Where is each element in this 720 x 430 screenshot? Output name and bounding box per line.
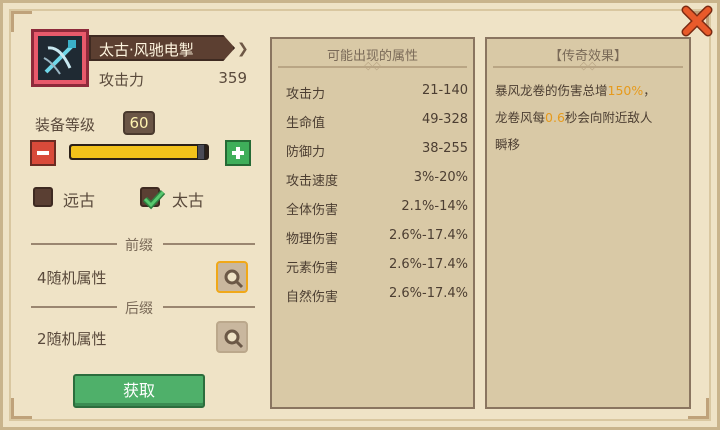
chevron-right-icon: ❯: [237, 41, 249, 57]
divider: ◇◇: [278, 59, 467, 72]
attribute-value: 49-328: [421, 112, 468, 127]
prefix-title: 前缀: [125, 238, 153, 254]
attribute-row: 自然伤害 2.6%-17.4%: [286, 286, 468, 306]
divider: [163, 243, 255, 245]
attack-label: 攻击力: [99, 71, 145, 89]
level-slider[interactable]: [69, 144, 209, 160]
corner-ornament: [688, 398, 709, 419]
attribute-value: 2.1%-14%: [401, 199, 468, 214]
item-icon-slot[interactable]: [31, 29, 89, 87]
attribute-row: 攻击力 21-140: [286, 83, 468, 103]
legendary-text: ，: [643, 83, 656, 98]
yuangu-checkbox[interactable]: [33, 187, 53, 207]
attribute-value: 21-140: [421, 83, 468, 98]
attribute-value: 2.6%-17.4%: [388, 257, 468, 272]
attribute-name: 元素伤害: [286, 261, 339, 276]
attribute-row: 攻击速度 3%-20%: [286, 170, 468, 190]
magnifier-icon: [224, 329, 244, 349]
divider: [31, 243, 117, 245]
attribute-row: 物理伤害 2.6%-17.4%: [286, 228, 468, 248]
attribute-row: 防御力 38-255: [286, 141, 468, 161]
divider: [31, 306, 117, 308]
slider-fill: [71, 146, 203, 158]
attribute-name: 生命值: [286, 116, 326, 131]
legendary-text: 暴风龙卷的伤害总增: [495, 83, 608, 98]
divider: ◇◇: [493, 59, 683, 72]
item-name: 太古·风驰电掣: [99, 41, 194, 59]
suffix-title: 后缀: [125, 301, 153, 317]
decrease-level-button[interactable]: [30, 140, 56, 166]
legendary-panel: 【传奇效果】 ◇◇ 暴风龙卷的伤害总增150%， 龙卷风每0.6秒会向附近敌人 …: [485, 37, 691, 409]
attribute-row: 元素伤害 2.6%-17.4%: [286, 257, 468, 277]
legendary-line: 龙卷风每0.6秒会向附近敌人: [495, 104, 683, 131]
attribute-value: 2.6%-17.4%: [388, 286, 468, 301]
attribute-row: 全体伤害 2.1%-14%: [286, 199, 468, 219]
item-title-ribbon: 太古·风驰电掣: [89, 35, 235, 61]
legendary-text: 龙卷风每: [495, 110, 546, 125]
attribute-name: 物理伤害: [286, 232, 339, 247]
level-value: 60: [123, 111, 155, 135]
attribute-value: 38-255: [421, 141, 468, 156]
prefix-search-button[interactable]: [216, 261, 248, 293]
legendary-line: 瞬移: [495, 137, 521, 152]
attribute-value: 3%-20%: [413, 170, 468, 185]
yuangu-label: 远古: [63, 191, 96, 210]
level-label: 装备等级: [35, 116, 96, 134]
legendary-line: 暴风龙卷的伤害总增150%，: [495, 77, 683, 104]
attribute-name: 防御力: [286, 145, 326, 160]
get-button[interactable]: 获取: [73, 374, 205, 408]
magnifier-icon: [224, 269, 244, 289]
increase-level-button[interactable]: [225, 140, 251, 166]
checkmark-icon: [142, 189, 166, 210]
close-button[interactable]: [681, 5, 713, 37]
attribute-name: 攻击力: [286, 87, 326, 102]
slider-handle[interactable]: [197, 144, 205, 160]
taigu-label: 太古: [172, 191, 205, 210]
dialog-frame: 太古·风驰电掣 ❯ 攻击力 359 装备等级 60 远古 太古 前缀 4随机属性…: [0, 0, 720, 430]
corner-ornament: [11, 398, 32, 419]
attribute-value: 2.6%-17.4%: [388, 228, 468, 243]
crossbow-icon: [38, 36, 82, 80]
legendary-highlight: 0.6: [545, 110, 565, 125]
attribute-name: 攻击速度: [286, 174, 339, 189]
attributes-panel: 可能出现的属性 ◇◇ 攻击力 21-140 生命值 49-328 防御力 38-255 攻击…: [270, 37, 475, 409]
suffix-search-button[interactable]: [216, 321, 248, 353]
close-icon: [681, 5, 713, 37]
attribute-name: 全体伤害: [286, 203, 339, 218]
attack-value: 359: [218, 69, 247, 87]
corner-ornament: [11, 11, 32, 32]
attribute-name: 自然伤害: [286, 290, 339, 305]
prefix-text: 4随机属性: [37, 269, 107, 287]
legendary-highlight: 150%: [607, 83, 644, 98]
divider: [163, 306, 255, 308]
attribute-row: 生命值 49-328: [286, 112, 468, 132]
legendary-effect-text: 暴风龙卷的伤害总增150%， 龙卷风每0.6秒会向附近敌人 瞬移: [495, 77, 683, 158]
taigu-checkbox[interactable]: [140, 187, 166, 210]
suffix-text: 2随机属性: [37, 330, 107, 348]
minus-icon: [37, 151, 49, 155]
legendary-text: 秒会向附近敌人: [564, 110, 653, 125]
